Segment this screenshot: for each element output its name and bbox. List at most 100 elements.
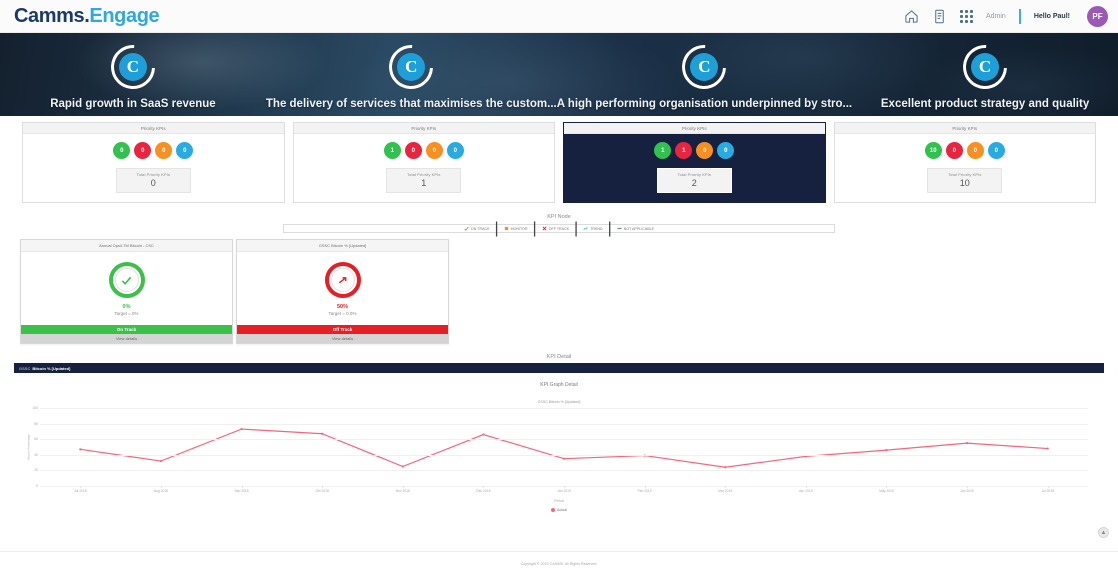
status-badge-off-track[interactable]: 1 [675, 142, 692, 159]
chart-gridline [40, 424, 1088, 425]
gauge-status-badge: On Track [21, 325, 232, 334]
card-header: Priority KPIs [23, 123, 284, 134]
apps-grid-icon[interactable] [960, 10, 973, 23]
legend-label: MONITOR [511, 227, 528, 231]
card-header: Priority KPIs [835, 123, 1096, 134]
copyright-text: Copyright © 2019 CAMMS. All Rights Reser… [521, 562, 598, 566]
total-priority-box: Total Priority KPIs 1 [386, 168, 461, 193]
chart-x-tick [725, 486, 726, 488]
total-label: Total Priority KPIs [928, 172, 1001, 177]
chart-x-axis-label: Period [14, 499, 1104, 503]
status-badges: 10 0 0 0 [925, 142, 1005, 159]
kpi-legend-bar: ON TRACK | MONITOR | OFF TRACK | TREND |… [283, 224, 835, 233]
banner-item[interactable]: C Excellent product strategy and quality [852, 33, 1118, 116]
chart-x-axis: Jul 2018Aug 2018Sep 2018Oct 2018Nov 2018… [40, 486, 1088, 498]
gauge-card-body: 0% Target = 0% [21, 252, 232, 320]
status-badge-trend[interactable]: 0 [176, 142, 193, 159]
legend-item-not-applicable[interactable]: NOT APPLICABLE [617, 226, 654, 231]
legend-label: ON TRACK [471, 227, 490, 231]
card-header: Priority KPIs [294, 123, 555, 134]
card-body: 0 0 0 0 Total Priority KPIs 0 [23, 134, 284, 202]
legend-series-label: Actual [557, 508, 567, 512]
gauge-target: Target = 0.0% [329, 311, 357, 316]
chart-x-tick-label: Dec 2018 [476, 489, 490, 493]
gauge-percent: 50% [337, 304, 348, 310]
status-badge-off-track[interactable]: 0 [405, 142, 422, 159]
status-badge-on-track[interactable]: 0 [113, 142, 130, 159]
status-badge-trend[interactable]: 0 [988, 142, 1005, 159]
chart-x-tick [483, 486, 484, 488]
chart-x-tick-label: Mar 2019 [718, 489, 732, 493]
chart-gridline [40, 439, 1088, 440]
status-badge-on-track[interactable]: 10 [925, 142, 942, 159]
chart-y-tick-label: 100 [24, 406, 38, 410]
status-badge-monitor[interactable]: 0 [155, 142, 172, 159]
camms-circle-icon: C [682, 45, 726, 89]
banner-item[interactable]: C A high performing organisation underpi… [557, 33, 852, 116]
not-applicable-icon [617, 226, 622, 231]
avatar[interactable]: PF [1087, 6, 1108, 27]
chart-x-tick [645, 486, 646, 488]
chart-x-tick-label: Jul 2018 [74, 489, 86, 493]
total-priority-box: Total Priority KPIs 0 [116, 168, 191, 193]
kpi-gauge-card[interactable]: GSSC Bitcoin % [Updated] 50% Target = 0.… [236, 239, 449, 344]
footer: Copyright © 2019 CAMMS. All Rights Reser… [0, 552, 1118, 576]
report-icon[interactable] [932, 9, 947, 24]
chart-x-tick-label: Nov 2018 [396, 489, 410, 493]
card-body: 10 0 0 0 Total Priority KPIs 10 [835, 134, 1096, 202]
camms-circle-icon: C [389, 45, 433, 89]
chart-x-tick [564, 486, 565, 488]
detail-bar-label: Bitcoin % [Updated] [32, 366, 70, 371]
priority-kpi-card[interactable]: Priority KPIs 1 0 0 0 Total Priority KPI… [293, 122, 556, 203]
chart-y-tick-label: 40 [24, 453, 38, 457]
banner-item[interactable]: C The delivery of services that maximise… [266, 33, 557, 116]
chart-x-tick [242, 486, 243, 488]
status-badge-off-track[interactable]: 0 [946, 142, 963, 159]
legend-item-on-track[interactable]: ON TRACK [464, 226, 490, 231]
priority-kpi-card[interactable]: Priority KPIs 10 0 0 0 Total Priority KP… [834, 122, 1097, 203]
status-badge-monitor[interactable]: 0 [696, 142, 713, 159]
gauge-target: Target = 0% [114, 311, 138, 316]
kpi-gauge-card[interactable]: Annual Ops/LTM Bitcoin - CSC 0% Target =… [20, 239, 233, 344]
card-body: 1 0 0 0 Total Priority KPIs 1 [294, 134, 555, 202]
legend-item-off-track[interactable]: OFF TRACK [542, 226, 569, 231]
chart-legend[interactable]: Actual [14, 508, 1104, 512]
status-badge-monitor[interactable]: 0 [967, 142, 984, 159]
chart-title: KPI Graph Detail [14, 382, 1104, 388]
priority-kpi-card[interactable]: Priority KPIs 0 0 0 0 Total Priority KPI… [22, 122, 285, 203]
legend-divider: | [533, 220, 537, 238]
status-badge-on-track[interactable]: 1 [384, 142, 401, 159]
kpi-node-title: KPI Node [0, 214, 1118, 220]
legend-label: TREND [590, 227, 602, 231]
view-details-link[interactable]: View details [21, 334, 232, 343]
status-badge-trend[interactable]: 0 [717, 142, 734, 159]
chart-y-tick-label: 20 [24, 468, 38, 472]
camms-circle-icon: C [963, 45, 1007, 89]
view-details-link[interactable]: View details [237, 334, 448, 343]
chart-y-tick-label: 60 [24, 437, 38, 441]
gauge-needle-icon [337, 275, 348, 286]
chart-gridline [40, 455, 1088, 456]
chart-x-tick-label: Oct 2018 [315, 489, 328, 493]
legend-item-monitor[interactable]: MONITOR [504, 226, 528, 231]
gauge-inner [331, 268, 355, 292]
status-badges: 0 0 0 0 [113, 142, 193, 159]
app-logo[interactable]: Camms.Engage [14, 5, 159, 28]
status-badge-off-track[interactable]: 0 [134, 142, 151, 159]
kpi-graph-panel: KPI Graph Detail GSSC Bitcoin % [Updated… [14, 373, 1104, 533]
status-badge-monitor[interactable]: 0 [426, 142, 443, 159]
banner-item[interactable]: C Rapid growth in SaaS revenue [0, 33, 266, 116]
home-icon[interactable] [904, 9, 919, 24]
off-track-icon [542, 226, 547, 231]
priority-kpi-row: Priority KPIs 0 0 0 0 Total Priority KPI… [0, 116, 1118, 203]
total-priority-box: Total Priority KPIs 10 [927, 168, 1002, 193]
banner-item-label: Rapid growth in SaaS revenue [50, 98, 216, 110]
total-label: Total Priority KPIs [658, 172, 731, 177]
admin-link[interactable]: Admin [986, 13, 1006, 20]
to-top-icon[interactable]: ▲ [1098, 527, 1109, 538]
status-badge-on-track[interactable]: 1 [654, 142, 671, 159]
legend-item-trend[interactable]: TREND [583, 226, 602, 231]
status-badge-trend[interactable]: 0 [447, 142, 464, 159]
kpi-detail-bar[interactable]: GSSC Bitcoin % [Updated] [14, 363, 1104, 373]
priority-kpi-card-selected[interactable]: Priority KPIs 1 1 0 0 Total Priority KPI… [563, 122, 826, 203]
